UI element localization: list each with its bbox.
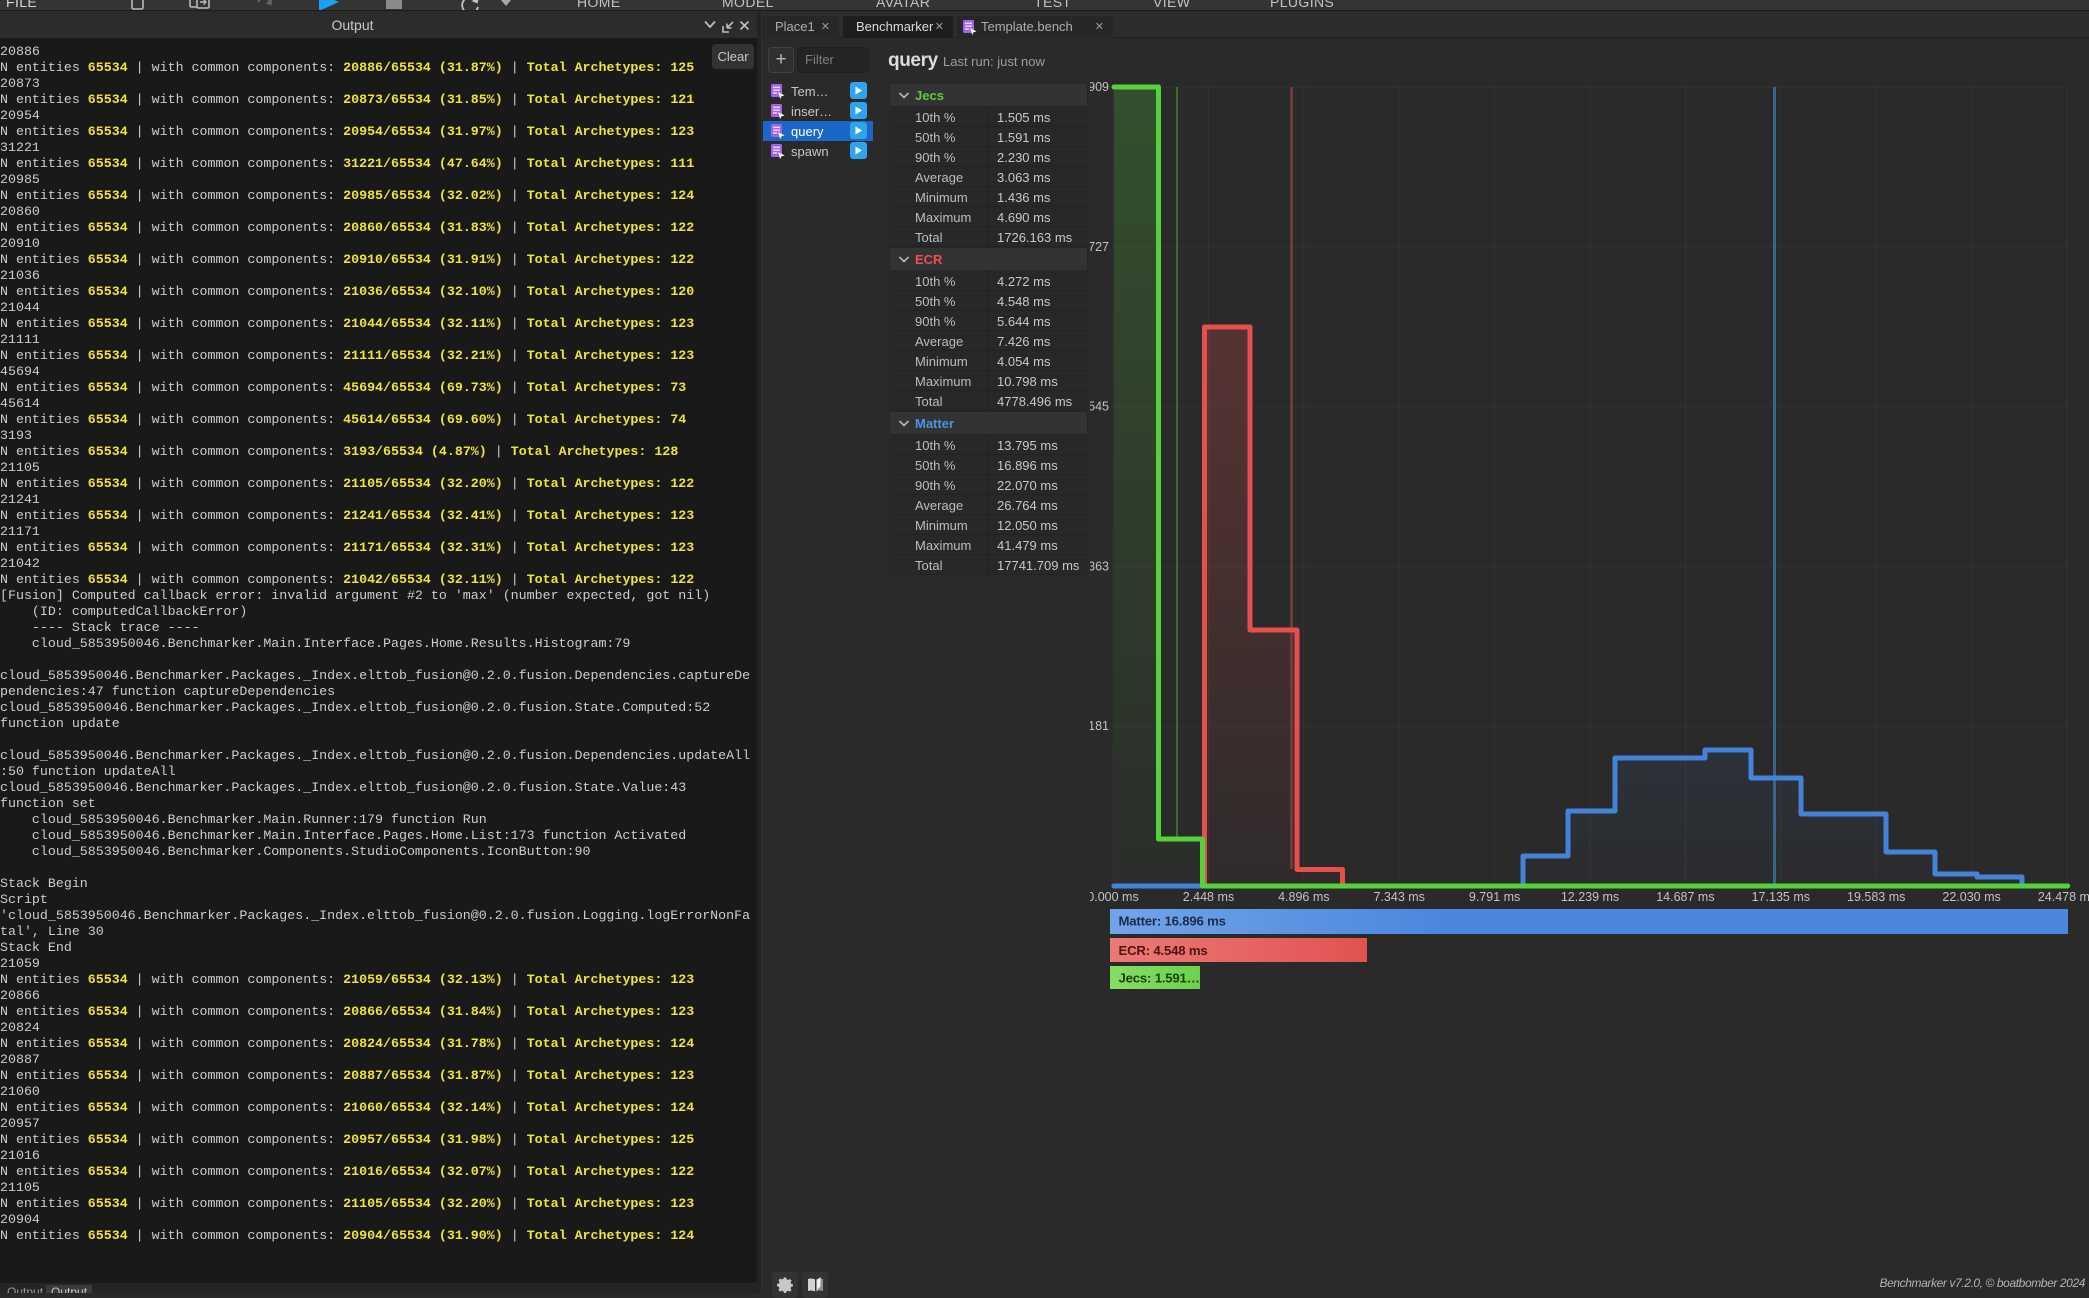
svg-text:545: 545 — [1090, 400, 1109, 414]
svg-text:4.896 ms: 4.896 ms — [1278, 890, 1329, 904]
svg-text:363: 363 — [1090, 559, 1109, 573]
svg-text:0.000 ms: 0.000 ms — [1090, 890, 1139, 904]
svg-text:9.791 ms: 9.791 ms — [1469, 890, 1520, 904]
svg-text:Jecs: 1.591…: Jecs: 1.591… — [1119, 971, 1200, 986]
svg-text:181: 181 — [1090, 719, 1109, 733]
svg-text:Matter: 16.896 ms: Matter: 16.896 ms — [1119, 914, 1226, 929]
svg-text:909: 909 — [1090, 80, 1109, 94]
svg-text:727: 727 — [1090, 240, 1109, 254]
svg-text:22.030 ms: 22.030 ms — [1942, 890, 2000, 904]
svg-text:19.583 ms: 19.583 ms — [1847, 890, 1905, 904]
svg-text:ECR: 4.548 ms: ECR: 4.548 ms — [1119, 943, 1208, 958]
svg-text:24.478 ms: 24.478 ms — [2038, 890, 2089, 904]
svg-text:2.448 ms: 2.448 ms — [1183, 890, 1234, 904]
svg-text:17.135 ms: 17.135 ms — [1752, 890, 1810, 904]
svg-text:14.687 ms: 14.687 ms — [1656, 890, 1714, 904]
svg-text:7.343 ms: 7.343 ms — [1373, 890, 1424, 904]
svg-text:12.239 ms: 12.239 ms — [1561, 890, 1619, 904]
